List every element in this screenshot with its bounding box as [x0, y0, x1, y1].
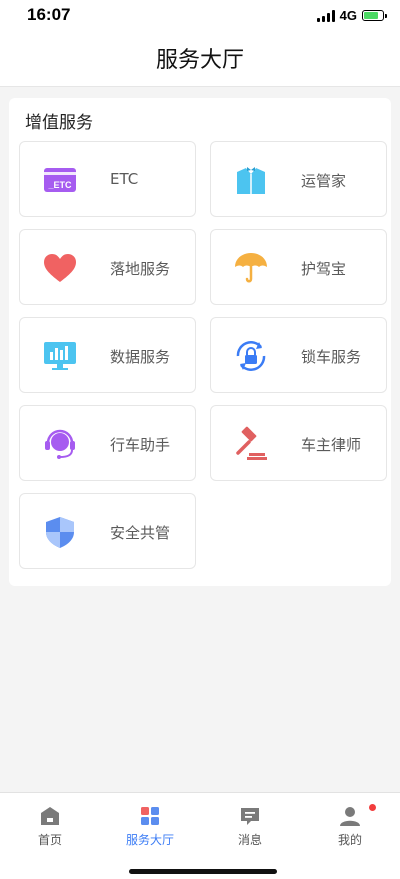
lock-refresh-icon: [236, 341, 266, 371]
service-label: 行车助手: [110, 436, 171, 454]
service-label: 运管家: [301, 172, 347, 190]
heart-icon: [44, 254, 76, 282]
tab-messages[interactable]: 消息: [200, 793, 300, 853]
service-tile-safety[interactable]: 安全共管: [19, 493, 196, 569]
gavel-icon: [236, 426, 267, 460]
service-tile-hujiabao[interactable]: 护驾宝: [210, 229, 387, 305]
butler-suit-icon: [237, 167, 265, 194]
service-label: 车主律师: [301, 436, 362, 454]
section-title: 增值服务: [25, 113, 93, 133]
etc-card-icon: _ETC: [44, 168, 76, 192]
umbrella-icon: [235, 253, 267, 283]
tab-service-hall[interactable]: 服务大厅: [100, 793, 200, 853]
page-title: 服务大厅: [155, 48, 244, 73]
svg-text:_ETC: _ETC: [47, 180, 72, 190]
tab-me[interactable]: 我的: [300, 793, 400, 853]
notification-badge: [369, 804, 376, 811]
service-tile-data[interactable]: 数据服务: [19, 317, 196, 393]
service-tile-lock-car[interactable]: 锁车服务: [210, 317, 387, 393]
service-tile-driving-assistant[interactable]: 行车助手: [19, 405, 196, 481]
status-time: 16:07: [27, 5, 71, 24]
service-label: 锁车服务: [301, 348, 362, 366]
status-indicators: 4G: [316, 8, 387, 23]
status-bar: 16:07 4G: [0, 0, 400, 30]
tab-label: 服务大厅: [125, 833, 174, 847]
nav-header: 服务大厅: [0, 30, 400, 87]
service-label: 安全共管: [110, 524, 171, 542]
message-icon: [241, 808, 259, 825]
value-added-services-card: 增值服务 _ETC ETC 运管家 落地服务 护驾宝 数据服务 锁车服务 行车助…: [9, 98, 391, 586]
service-label: 数据服务: [110, 348, 171, 366]
service-tile-owner-lawyer[interactable]: 车主律师: [210, 405, 387, 481]
tab-bar: 首页 服务大厅 消息 我的: [0, 792, 400, 879]
service-tile-yunguanjia[interactable]: 运管家: [210, 141, 387, 217]
battery-icon: [362, 10, 387, 21]
monitor-chart-icon: [44, 342, 76, 370]
shield-icon: [46, 517, 74, 548]
home-icon: [41, 807, 59, 825]
tab-label: 我的: [337, 833, 362, 847]
service-label: 护驾宝: [301, 260, 347, 278]
home-indicator: [129, 869, 277, 874]
network-type: 4G: [339, 8, 357, 23]
service-tile-landing[interactable]: 落地服务: [19, 229, 196, 305]
user-icon: [340, 807, 360, 826]
headset-assistant-icon: [45, 429, 75, 459]
tab-label: 消息: [237, 833, 262, 847]
tab-label: 首页: [37, 833, 62, 847]
service-label: ETC: [110, 170, 139, 188]
tab-home[interactable]: 首页: [0, 793, 100, 853]
signal-icon: [316, 9, 335, 22]
service-tile-etc[interactable]: _ETC ETC: [19, 141, 196, 217]
grid-icon: [141, 807, 159, 825]
service-label: 落地服务: [110, 260, 171, 278]
